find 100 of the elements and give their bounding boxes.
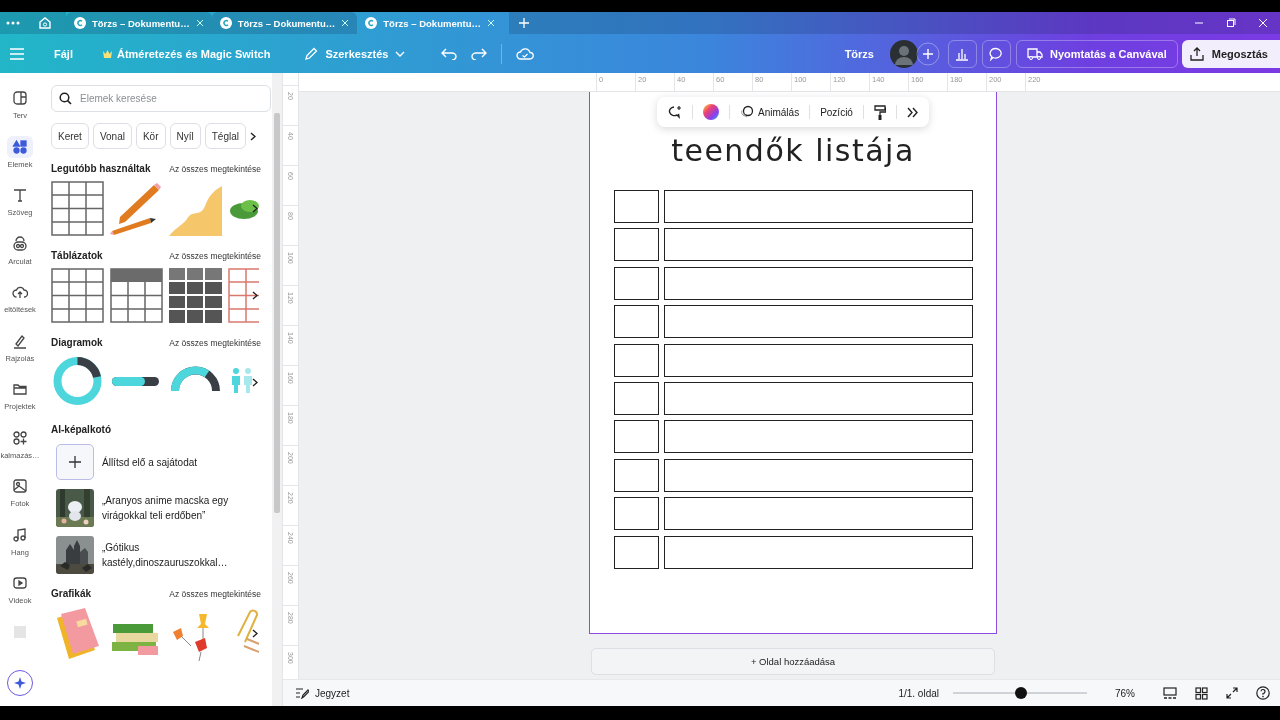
apps-icon: [12, 429, 28, 446]
table-drawing[interactable]: [51, 181, 104, 236]
create-button[interactable]: [56, 444, 94, 480]
position-button[interactable]: Pozíció: [820, 106, 853, 118]
see-all-link[interactable]: Az összes megtekintése: [169, 588, 261, 599]
table-drawing[interactable]: [51, 268, 104, 323]
bar-chart-icon: [955, 46, 970, 61]
page-heading[interactable]: teendők listája: [671, 134, 915, 168]
sparkle-icon: [13, 676, 27, 690]
logo: [219, 17, 232, 29]
checkbox-cell[interactable]: [613, 190, 659, 223]
cloud-icon[interactable]: [516, 47, 535, 60]
see-all-link[interactable]: Az összes megtekintése: [169, 337, 261, 348]
task-cell[interactable]: [663, 381, 973, 415]
elements-icon: [12, 138, 28, 155]
task-cell[interactable]: [663, 458, 973, 492]
photos-icon: [12, 478, 28, 494]
new-tab-icon[interactable]: [518, 18, 529, 28]
animate-button[interactable]: Animálás: [740, 105, 800, 119]
notes-button[interactable]: Jegyzet: [295, 687, 350, 699]
redo-icon[interactable]: [471, 47, 488, 60]
share-button[interactable]: Megosztás: [1181, 39, 1280, 68]
zoom-level[interactable]: 76%: [1115, 687, 1135, 699]
help-icon[interactable]: [1256, 686, 1270, 700]
speech-bubble-icon: [989, 46, 1004, 61]
section-title: Táblázatok: [51, 250, 103, 261]
section-title: AI-képalkotó: [51, 424, 111, 435]
undo-icon[interactable]: [441, 47, 458, 60]
page-indicator[interactable]: 1/1. oldal: [898, 687, 939, 699]
fullscreen-icon[interactable]: [1226, 687, 1238, 699]
search-field[interactable]: Elemek keresése: [51, 85, 271, 112]
circles-icon: [740, 105, 754, 119]
filter-chip[interactable]: Kör: [135, 123, 166, 149]
chevron-right-icon[interactable]: [252, 204, 258, 213]
invite-icon[interactable]: [915, 41, 940, 66]
home-icon[interactable]: [38, 16, 52, 30]
task-cell[interactable]: [663, 266, 973, 300]
chevron-right-icon[interactable]: [252, 629, 258, 638]
magic-button[interactable]: [7, 670, 33, 696]
slider-thumb[interactable]: [1015, 687, 1028, 699]
filter-chip[interactable]: Téglal: [204, 123, 246, 149]
checkbox-cell[interactable]: [613, 343, 659, 377]
sidebar-tab[interactable]: [7, 135, 33, 158]
chevron-right-icon[interactable]: [252, 291, 258, 300]
close-tab-icon[interactable]: [486, 19, 495, 27]
comment-button[interactable]: [981, 39, 1011, 68]
analytics-button[interactable]: [947, 39, 977, 68]
table-drawing[interactable]: [169, 268, 222, 323]
task-cell[interactable]: [663, 343, 973, 377]
close-tab-icon[interactable]: [341, 19, 350, 27]
filter-chip[interactable]: Nyíl: [169, 123, 201, 149]
truck-icon: [1026, 47, 1043, 60]
chevron-right-icon[interactable]: [252, 378, 258, 387]
caret-icon: [395, 50, 406, 57]
checkbox-cell[interactable]: [613, 305, 659, 339]
table-drawing[interactable]: [110, 268, 163, 323]
checkbox-cell[interactable]: [613, 535, 659, 569]
restore-icon[interactable]: [1226, 18, 1236, 28]
checkbox-cell[interactable]: [613, 381, 659, 415]
task-cell[interactable]: [663, 420, 973, 454]
browser-tab[interactable]: Törzs – Dokumentu…: [66, 12, 212, 34]
pencils-drawing[interactable]: [110, 181, 163, 236]
design-page[interactable]: Animálás Pozíció teendők listája: [589, 92, 997, 634]
checkbox-cell[interactable]: [613, 266, 659, 300]
print-button[interactable]: Nyomtatás a Canvával: [1015, 39, 1178, 68]
browser-tab[interactable]: Törzs – Dokumentu…: [211, 12, 358, 34]
task-cell[interactable]: [663, 497, 973, 531]
task-cell[interactable]: [663, 535, 973, 569]
task-cell[interactable]: [663, 305, 973, 339]
see-all-link[interactable]: Az összes megtekintése: [169, 163, 261, 174]
checkbox-cell[interactable]: [613, 420, 659, 454]
document-title[interactable]: Törzs: [844, 47, 874, 60]
pencil-icon: [304, 46, 319, 61]
grid-view-icon[interactable]: [1195, 686, 1208, 700]
add-page-button[interactable]: + Oldal hozzáadása: [591, 648, 995, 675]
prompt-text[interactable]: „Gótikus kastély,dinoszauruszokkal…: [102, 540, 242, 570]
prompt-text[interactable]: „Aranyos anime macska egy virágokkal teli erdőben”: [102, 493, 242, 523]
scrollbar[interactable]: [272, 73, 282, 706]
filter-chip[interactable]: Vonal: [92, 123, 132, 149]
checkbox-cell[interactable]: [613, 458, 659, 492]
more-icon[interactable]: [906, 106, 919, 118]
pages-view-icon[interactable]: [1163, 686, 1177, 700]
paint-roller-icon[interactable]: [873, 104, 886, 120]
color-icon[interactable]: [703, 104, 719, 120]
chevron-right-icon[interactable]: [250, 131, 256, 141]
upload-icon: [1189, 46, 1204, 61]
create-label[interactable]: Állítsd elő a sajátodat: [102, 454, 242, 470]
comment-add-icon[interactable]: [667, 105, 682, 119]
notes-icon: [295, 687, 309, 699]
see-all-link[interactable]: Az összes megtekintése: [169, 250, 261, 261]
text-icon: [12, 187, 28, 203]
pattern-icon: [12, 623, 28, 640]
close-tab-icon[interactable]: [195, 19, 204, 27]
task-cell[interactable]: [663, 228, 973, 262]
filter-chip[interactable]: Keret: [51, 123, 89, 149]
task-cell[interactable]: [663, 190, 973, 223]
checkbox-cell[interactable]: [613, 497, 659, 531]
close-icon[interactable]: [1258, 18, 1268, 28]
checkbox-cell[interactable]: [613, 228, 659, 262]
upload-icon: [12, 284, 28, 300]
